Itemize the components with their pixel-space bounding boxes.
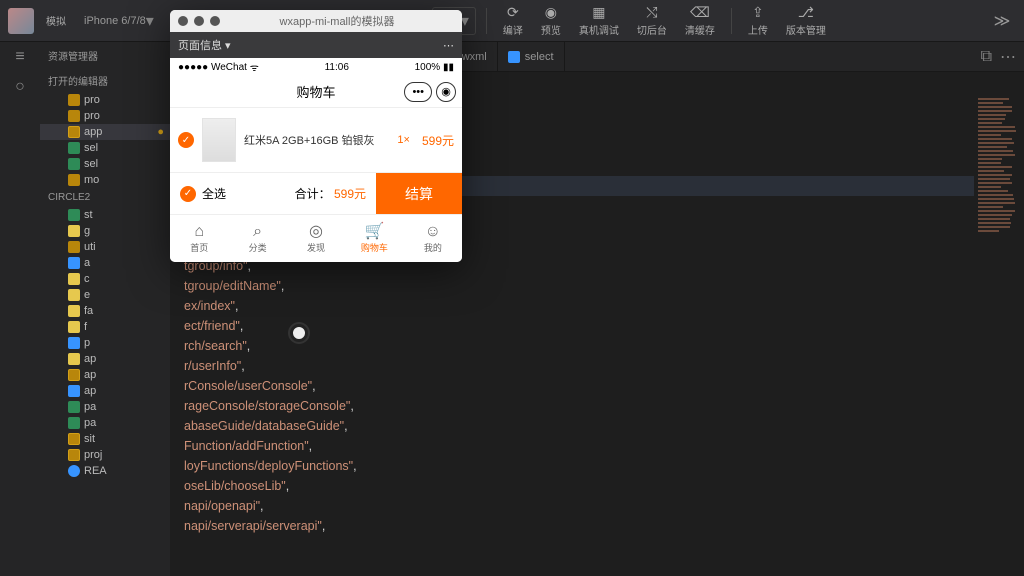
select-all-checkbox[interactable]: ✓ xyxy=(180,186,196,202)
cart-item[interactable]: ✓ 红米5A 2GB+16GB 铂银灰 1× 599元 xyxy=(170,108,462,172)
page-title: 购物车 xyxy=(296,82,335,101)
tree-item[interactable]: mo xyxy=(40,172,170,188)
remote-debug-button[interactable]: ▦真机调试 xyxy=(573,4,625,37)
version-button[interactable]: ⎇版本管理 xyxy=(780,4,832,37)
simulator-toggle[interactable]: 模拟 xyxy=(40,13,72,28)
sim-subbar: 页面信息 ▾ ⋯ xyxy=(170,32,462,58)
item-thumb[interactable] xyxy=(202,118,236,162)
tree-item[interactable]: proj xyxy=(40,447,170,463)
tab-mine[interactable]: ☺我的 xyxy=(404,215,462,262)
simulator-window: wxapp-mi-mall的模拟器 页面信息 ▾ ⋯ ●●●●● WeChat … xyxy=(170,10,462,262)
more-icon[interactable]: ≫ xyxy=(988,7,1016,35)
upload-button[interactable]: ⇪上传 xyxy=(742,4,774,37)
cart-body: ✓ 红米5A 2GB+16GB 铂银灰 1× 599元 xyxy=(170,108,462,172)
tree-item[interactable]: pro xyxy=(40,92,170,108)
tree-item[interactable]: f xyxy=(40,319,170,335)
tree-item[interactable]: st xyxy=(40,207,170,223)
total-sum: 合计： 599元 xyxy=(285,185,376,202)
item-checkbox[interactable]: ✓ xyxy=(178,132,194,148)
tree-item[interactable]: uti xyxy=(40,239,170,255)
tree-item[interactable]: pa xyxy=(40,415,170,431)
top-toolbar: 模拟 iPhone 6/7/8▾ 编译▾ ⟳编译 ◉预览 ▦真机调试 ⤭切后台 … xyxy=(0,0,1024,42)
tree-item[interactable]: e xyxy=(40,287,170,303)
traffic-lights[interactable] xyxy=(178,16,220,26)
tree-item[interactable]: c xyxy=(40,271,170,287)
status-bar: ●●●●● WeChat ᯤ 11:06 100% ▮▮ xyxy=(170,58,462,76)
explorer-title: 资源管理器 xyxy=(40,42,170,69)
explorer-panel: 资源管理器 打开的编辑器 proproapp●selselmo CIRCLE2 … xyxy=(40,42,170,576)
tree-item[interactable]: REA xyxy=(40,463,170,479)
device-dropdown[interactable]: iPhone 6/7/8▾ xyxy=(78,7,160,35)
checkout-bar: ✓ 全选 合计： 599元 结算 xyxy=(170,172,462,214)
tree-item[interactable]: pro xyxy=(40,108,170,124)
tree-item[interactable]: ap xyxy=(40,351,170,367)
page-info-dropdown[interactable]: 页面信息 ▾ xyxy=(178,37,231,53)
tree-item[interactable]: fa xyxy=(40,303,170,319)
compile-button[interactable]: ⟳编译 xyxy=(497,4,529,37)
tree-item[interactable]: sel xyxy=(40,156,170,172)
phone-screen: ●●●●● WeChat ᯤ 11:06 100% ▮▮ 购物车 ••• ◉ ✓… xyxy=(170,58,462,262)
tree-item[interactable]: sit xyxy=(40,431,170,447)
capsule-close[interactable]: ◉ xyxy=(436,82,456,102)
menu-icon[interactable]: ≡ xyxy=(15,48,24,66)
tree-item[interactable]: p xyxy=(40,335,170,351)
tab-discover[interactable]: ◎发现 xyxy=(287,215,345,262)
minimap[interactable] xyxy=(974,92,1024,576)
sim-titlebar[interactable]: wxapp-mi-mall的模拟器 xyxy=(170,10,462,32)
item-price: 599元 xyxy=(422,132,454,149)
tab-cart[interactable]: 🛒购物车 xyxy=(345,215,403,262)
tab-home[interactable]: ⌂首页 xyxy=(170,215,228,262)
tree-item[interactable]: sel xyxy=(40,140,170,156)
sim-more-icon[interactable]: ⋯ xyxy=(443,39,454,52)
item-title: 红米5A 2GB+16GB 铂银灰 xyxy=(244,132,389,148)
tab-bar: ⌂首页 ⌕分类 ◎发现 🛒购物车 ☺我的 xyxy=(170,214,462,262)
tree-item[interactable]: app● xyxy=(40,124,170,140)
cursor-indicator xyxy=(290,324,308,342)
tree-item[interactable]: pa xyxy=(40,399,170,415)
capsule-menu[interactable]: ••• xyxy=(404,82,432,102)
search-icon[interactable]: ○ xyxy=(15,78,25,96)
preview-button[interactable]: ◉预览 xyxy=(535,4,567,37)
editor-tab[interactable]: select xyxy=(498,42,565,71)
checkout-button[interactable]: 结算 xyxy=(376,173,462,214)
tab-overflow-icon[interactable]: ⋯ xyxy=(1000,47,1016,67)
workspace-label: CIRCLE2 xyxy=(40,188,170,207)
clear-cache-button[interactable]: ⌫清缓存 xyxy=(679,4,721,37)
avatar[interactable] xyxy=(8,8,34,34)
select-all-label: 全选 xyxy=(202,185,226,202)
activity-bar: ≡ ○ xyxy=(0,42,40,576)
item-qty: 1× xyxy=(397,134,410,146)
tree-item[interactable]: ap xyxy=(40,367,170,383)
switch-bg-button[interactable]: ⤭切后台 xyxy=(631,4,673,37)
tab-category[interactable]: ⌕分类 xyxy=(228,215,286,262)
split-icon[interactable]: ⧉ xyxy=(981,48,992,66)
tree-item[interactable]: a xyxy=(40,255,170,271)
nav-bar: 购物车 ••• ◉ xyxy=(170,76,462,108)
tree-item[interactable]: g xyxy=(40,223,170,239)
tree-item[interactable]: ap xyxy=(40,383,170,399)
open-editors-label: 打开的编辑器 xyxy=(40,69,170,92)
